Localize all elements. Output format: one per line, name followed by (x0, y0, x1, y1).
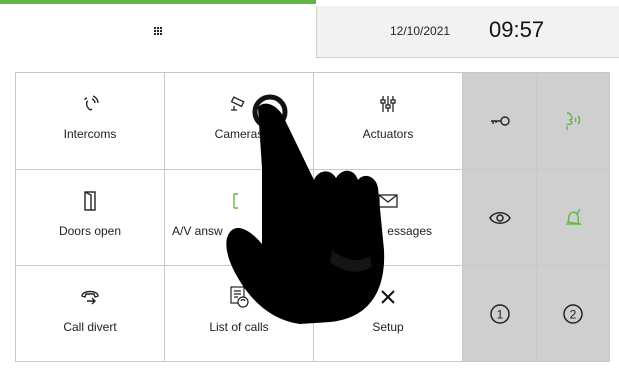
number-one-icon: 1 (489, 301, 511, 327)
quick-one-label: 1 (496, 307, 503, 321)
quick-two-label: 2 (570, 307, 577, 321)
menu-item-list-of-calls[interactable]: List of calls (165, 266, 314, 361)
bell-icon (563, 205, 583, 231)
top-bar: 12/10/2021 09:57 (0, 0, 619, 58)
menu-item-messages[interactable]: essages (314, 170, 463, 266)
actuators-icon (379, 93, 397, 115)
answer-voice-icon (563, 108, 583, 134)
number-two-icon: 2 (562, 301, 584, 327)
menu-item-label: A/V answ (172, 224, 223, 238)
menu-item-label: essages (387, 224, 432, 238)
menu-item-label: Intercoms (63, 127, 117, 141)
grid-menu-icon (154, 27, 162, 35)
date-time-tab[interactable]: 12/10/2021 09:57 (316, 6, 619, 58)
menu-item-call-divert[interactable]: Call divert (16, 266, 165, 361)
key-icon (489, 108, 511, 134)
menu-item-doors-open[interactable]: Doors open (16, 170, 165, 266)
quick-key-button[interactable] (463, 73, 537, 170)
menu-item-label: Doors open (58, 224, 122, 238)
main-menu-tab[interactable] (0, 0, 316, 58)
date-display: 12/10/2021 (390, 24, 451, 38)
menu-item-label: Cameras (214, 127, 264, 141)
menu-item-label: Call divert (63, 320, 117, 334)
quick-bell-button[interactable] (537, 170, 609, 266)
menu-item-intercoms[interactable]: Intercoms (16, 73, 165, 170)
setup-tools-icon (380, 286, 396, 308)
main-menu-grid: Intercoms Cameras Actuators Doors open A… (15, 72, 610, 362)
menu-item-setup[interactable]: Setup (314, 266, 463, 361)
menu-item-label: Actuators (362, 127, 414, 141)
quick-answer-button[interactable] (537, 73, 609, 170)
call-list-icon (229, 286, 249, 308)
menu-item-label: List of calls (209, 320, 269, 334)
answering-machine-icon (231, 190, 247, 212)
intercom-icon (81, 93, 99, 115)
quick-two-button[interactable]: 2 (537, 266, 609, 361)
time-display: 09:57 (489, 17, 545, 42)
call-divert-icon (79, 286, 101, 308)
menu-item-actuators[interactable]: Actuators (314, 73, 463, 170)
eye-icon (488, 205, 511, 231)
camera-icon (229, 93, 249, 115)
quick-one-button[interactable]: 1 (463, 266, 537, 361)
quick-view-button[interactable] (463, 170, 537, 266)
menu-item-cameras[interactable]: Cameras (165, 73, 314, 170)
menu-item-label: Setup (372, 320, 404, 334)
envelope-icon (378, 190, 398, 212)
menu-item-av-answering[interactable]: A/V answ (165, 170, 314, 266)
door-icon (83, 190, 97, 212)
